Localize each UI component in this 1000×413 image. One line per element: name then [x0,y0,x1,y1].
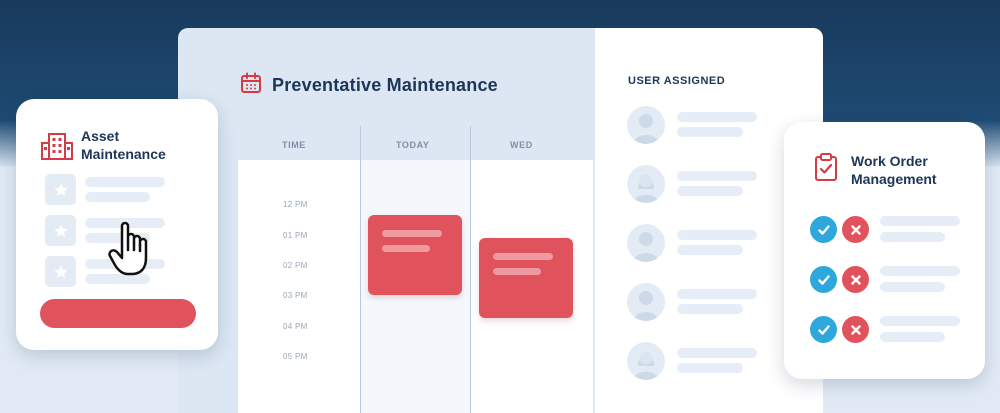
asset-detail-placeholder [85,192,150,202]
building-icon [40,131,74,166]
avatar-icon [627,224,665,262]
user-detail-placeholder [677,186,743,196]
star-icon [45,174,76,205]
work-order-title-placeholder [880,266,960,276]
time-label: 02 PM [283,261,308,270]
approve-check-icon[interactable] [810,266,837,293]
work-order-card: Work Order Management [784,122,985,379]
card-title-line: Work Order [851,153,928,169]
user-name-placeholder [677,171,757,181]
event-text-placeholder [493,253,553,260]
asset-list-item[interactable] [45,174,205,206]
user-detail-placeholder [677,127,743,137]
calendar-grid: 12 PM 01 PM 02 PM 03 PM 04 PM 05 PM [238,160,593,413]
work-order-item [810,216,980,244]
approve-check-icon[interactable] [810,216,837,243]
work-order-detail-placeholder [880,232,945,242]
avatar-icon [627,106,665,144]
time-label: 12 PM [283,200,308,209]
user-name-placeholder [677,348,757,358]
column-header-time: TIME [282,140,306,150]
time-label: 03 PM [283,291,308,300]
user-name-placeholder [677,112,757,122]
user-detail-placeholder [677,363,743,373]
reject-x-icon[interactable] [842,266,869,293]
user-name-placeholder [677,289,757,299]
user-detail-placeholder [677,245,743,255]
time-label: 05 PM [283,352,308,361]
work-order-item [810,316,980,344]
work-order-detail-placeholder [880,332,945,342]
card-title-line: Asset [81,128,120,144]
column-header-today[interactable]: TODAY [396,140,430,150]
asset-name-placeholder [85,177,165,187]
users-title: USER ASSIGNED [628,75,726,87]
card-title-line: Management [851,171,937,187]
reject-x-icon[interactable] [842,216,869,243]
time-label: 04 PM [283,322,308,331]
user-detail-placeholder [677,304,743,314]
user-name-placeholder [677,230,757,240]
event-text-placeholder [382,230,442,237]
hand-pointer-icon [108,218,160,280]
card-title-line: Maintenance [81,146,166,162]
event-text-placeholder [493,268,541,275]
work-order-detail-placeholder [880,282,945,292]
event-text-placeholder [382,245,430,252]
scheduler-window: Preventative Maintenance TIME TODAY WED … [178,28,823,413]
reject-x-icon[interactable] [842,316,869,343]
column-header-wed[interactable]: WED [510,140,533,150]
star-icon [45,256,76,287]
approve-check-icon[interactable] [810,316,837,343]
star-icon [45,215,76,246]
calendar-icon [240,72,262,99]
avatar-icon [627,342,665,380]
clipboard-check-icon [814,152,838,187]
column-divider [470,126,471,413]
avatar-icon [627,283,665,321]
work-order-item [810,266,980,294]
column-divider [360,126,361,413]
event-block-wed[interactable] [479,238,573,318]
page-title: Preventative Maintenance [272,75,498,95]
time-label: 01 PM [283,231,308,240]
work-order-title-placeholder [880,316,960,326]
card-title: Asset Maintenance [81,127,166,163]
work-order-title-placeholder [880,216,960,226]
avatar-icon [627,165,665,203]
asset-action-button[interactable] [40,299,196,328]
card-title: Work Order Management [851,152,937,188]
schedule-header: Preventative Maintenance [240,72,498,99]
event-block-today[interactable] [368,215,462,295]
